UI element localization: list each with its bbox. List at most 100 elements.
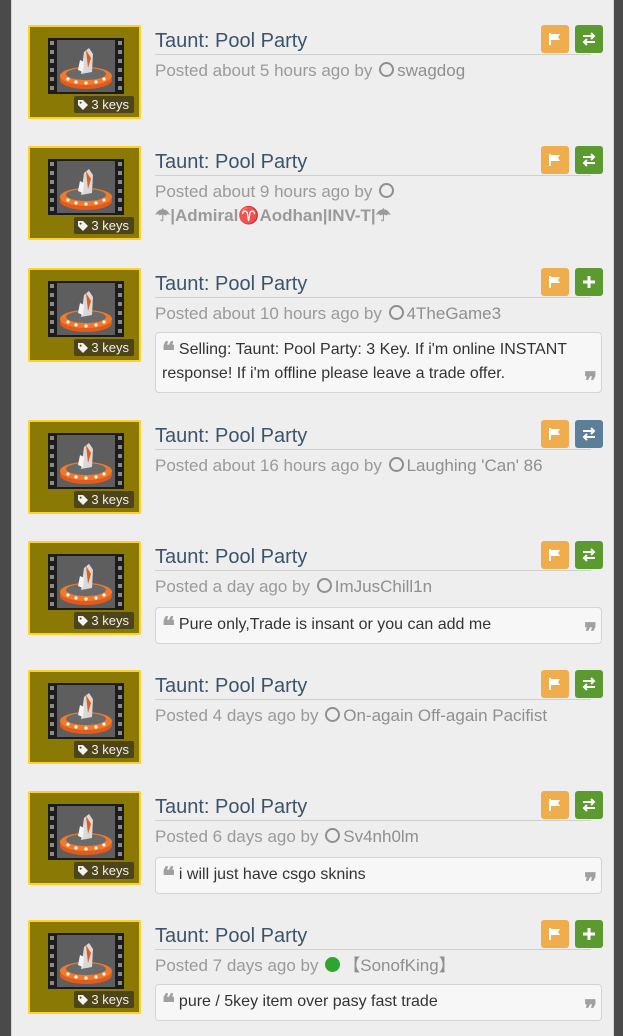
posted-info: Posted 6 days ago by Sv4nh0lm	[155, 825, 600, 849]
price-badge: 3 keys	[74, 991, 134, 1008]
tag-icon	[78, 994, 89, 1005]
flag-icon	[549, 154, 560, 166]
flag-icon	[549, 799, 560, 811]
item-thumbnail[interactable]: 3 keys	[28, 541, 141, 635]
price-label: 3 keys	[91, 492, 129, 507]
item-thumbnail[interactable]: 3 keys	[28, 268, 141, 362]
posted-info: Posted about 16 hours ago by Laughing 'C…	[155, 454, 600, 478]
tag-icon	[78, 99, 89, 110]
pool-party-icon	[48, 38, 124, 94]
posted-text: Posted about 9 hours ago by	[155, 182, 373, 201]
user-status-icon	[325, 828, 341, 843]
trade-action-button[interactable]	[575, 146, 603, 174]
quote-left-icon: ❝	[162, 861, 175, 890]
trade-action-button[interactable]	[575, 420, 603, 448]
posted-info: Posted about 10 hours ago by 4TheGame3	[155, 302, 600, 326]
pool-party-icon	[48, 433, 124, 489]
price-label: 3 keys	[91, 863, 129, 878]
listings-panel: 3 keys Taunt: Pool Party Posted about 5 …	[11, 0, 614, 1036]
report-button[interactable]	[541, 420, 569, 448]
price-badge: 3 keys	[74, 741, 134, 758]
report-button[interactable]	[541, 25, 569, 53]
report-button[interactable]	[541, 920, 569, 948]
user-status-icon	[316, 578, 332, 593]
tag-icon	[78, 615, 89, 626]
posted-text: Posted 7 days ago by	[155, 956, 319, 975]
item-title[interactable]: Taunt: Pool Party	[155, 674, 591, 700]
price-badge: 3 keys	[74, 491, 134, 508]
tag-icon	[78, 342, 89, 353]
item-title[interactable]: Taunt: Pool Party	[155, 545, 591, 571]
item-title[interactable]: Taunt: Pool Party	[155, 29, 591, 55]
listing-note: ❝ i will just have csgo sknins ❞	[155, 857, 602, 894]
item-title[interactable]: Taunt: Pool Party	[155, 272, 591, 298]
user-link[interactable]: ☂|Admiral♈Aodhan|INV-T|☂	[155, 204, 600, 228]
add-button[interactable]	[575, 268, 603, 296]
item-title[interactable]: Taunt: Pool Party	[155, 424, 591, 450]
quote-left-icon: ❝	[162, 988, 175, 1017]
user-link[interactable]: On-again Off-again Pacifist	[343, 706, 547, 725]
price-badge: 3 keys	[74, 862, 134, 879]
user-status-icon	[325, 707, 341, 722]
item-thumbnail[interactable]: 3 keys	[28, 920, 141, 1014]
price-badge: 3 keys	[74, 96, 134, 113]
item-thumbnail[interactable]: 3 keys	[28, 791, 141, 885]
pool-party-icon	[48, 804, 124, 860]
user-link[interactable]: swagdog	[397, 61, 465, 80]
item-title[interactable]: Taunt: Pool Party	[155, 924, 591, 950]
item-thumbnail[interactable]: 3 keys	[28, 146, 141, 240]
posted-text: Posted 6 days ago by	[155, 827, 319, 846]
trade-action-button[interactable]	[575, 670, 603, 698]
report-button[interactable]	[541, 268, 569, 296]
user-status-icon	[388, 305, 404, 320]
posted-info: Posted a day ago by ImJusChill1n	[155, 575, 600, 599]
flag-icon	[549, 928, 560, 940]
trade-action-button[interactable]	[575, 541, 603, 569]
item-thumbnail[interactable]: 3 keys	[28, 420, 141, 514]
quote-right-icon: ❞	[584, 867, 597, 896]
trade-action-button[interactable]	[575, 25, 603, 53]
item-thumbnail[interactable]: 3 keys	[28, 670, 141, 764]
item-title[interactable]: Taunt: Pool Party	[155, 150, 591, 176]
exchange-icon	[582, 677, 596, 691]
posted-text: Posted 4 days ago by	[155, 706, 319, 725]
user-link[interactable]: 【SonofKing】	[343, 956, 455, 975]
tag-icon	[78, 744, 89, 755]
posted-info: Posted about 5 hours ago by swagdog	[155, 59, 600, 83]
user-link[interactable]: 4TheGame3	[407, 304, 502, 323]
price-label: 3 keys	[91, 613, 129, 628]
listing-note: ❝ Pure only,Trade is insant or you can ad…	[155, 607, 602, 644]
note-text: Pure only,Trade is insant or you can add…	[178, 616, 492, 633]
price-badge: 3 keys	[74, 612, 134, 629]
pool-party-icon	[48, 683, 124, 739]
posted-info: Posted about 9 hours ago by ☂|Admiral♈Ao…	[155, 180, 600, 228]
price-label: 3 keys	[91, 218, 129, 233]
posted-info: Posted 4 days ago by On-again Off-again …	[155, 704, 600, 728]
exchange-icon	[582, 32, 596, 46]
report-button[interactable]	[541, 791, 569, 819]
item-thumbnail[interactable]: 3 keys	[28, 25, 141, 119]
report-button[interactable]	[541, 541, 569, 569]
flag-icon	[549, 33, 560, 45]
add-button[interactable]	[575, 920, 603, 948]
item-title[interactable]: Taunt: Pool Party	[155, 795, 591, 821]
flag-icon	[549, 549, 560, 561]
pool-party-icon	[48, 554, 124, 610]
price-badge: 3 keys	[74, 339, 134, 356]
user-link[interactable]: Laughing 'Can' 86	[407, 456, 543, 475]
report-button[interactable]	[541, 146, 569, 174]
price-badge: 3 keys	[74, 217, 134, 234]
user-link[interactable]: ImJusChill1n	[335, 577, 432, 596]
user-link[interactable]: Sv4nh0lm	[343, 827, 419, 846]
trade-action-button[interactable]	[575, 791, 603, 819]
flag-icon	[549, 276, 560, 288]
user-status-icon	[379, 183, 395, 198]
posted-text: Posted a day ago by	[155, 577, 311, 596]
listing-note: ❝ Selling: Taunt: Pool Party: 3 Key. If i…	[155, 332, 602, 393]
report-button[interactable]	[541, 670, 569, 698]
posted-text: Posted about 10 hours ago by	[155, 304, 382, 323]
tag-icon	[78, 494, 89, 505]
quote-right-icon: ❞	[584, 617, 597, 646]
exchange-icon	[582, 427, 596, 441]
tag-icon	[78, 865, 89, 876]
